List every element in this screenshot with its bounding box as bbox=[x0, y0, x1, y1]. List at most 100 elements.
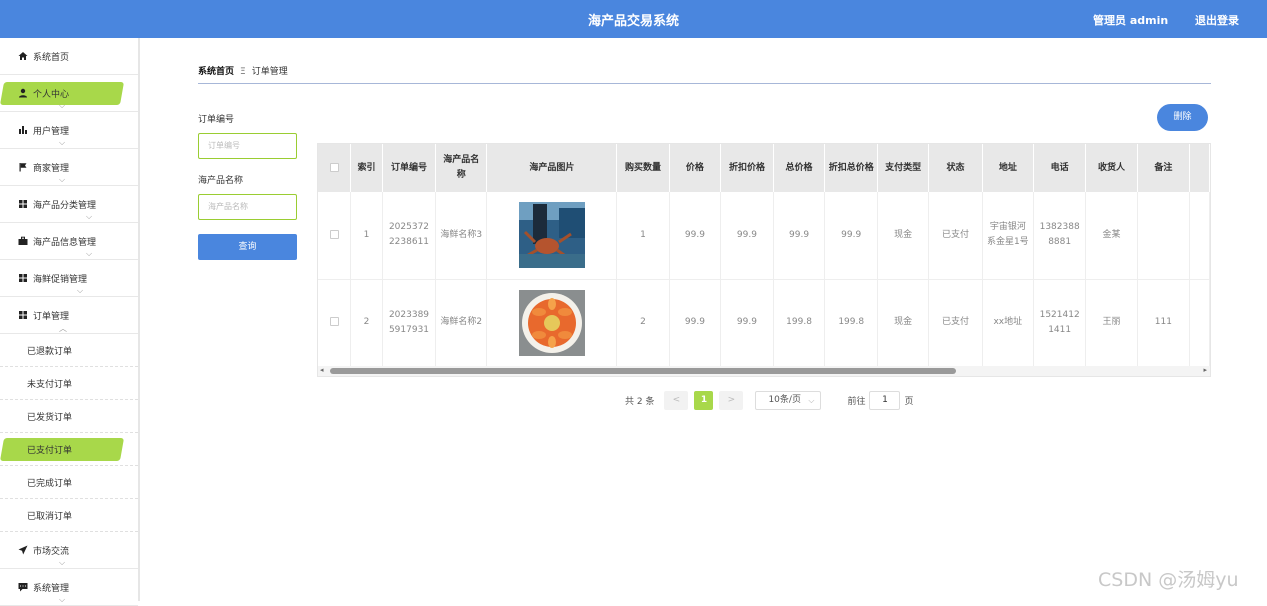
sidebar-item-market[interactable]: 市场交流 ⌵ bbox=[0, 532, 138, 569]
col-header: 总价格 bbox=[773, 144, 826, 192]
home-icon bbox=[18, 51, 28, 61]
order-no-input[interactable]: 订单编号 bbox=[198, 133, 297, 159]
prev-page-button[interactable]: < bbox=[664, 391, 689, 410]
horizontal-scrollbar[interactable]: ◂ ▸ bbox=[318, 366, 1210, 376]
cell-qty: 1 bbox=[616, 192, 670, 280]
breadcrumb: 系统首页 Ξ 订单管理 bbox=[198, 64, 288, 77]
cell-overflow bbox=[1189, 192, 1210, 280]
sidebar-item-home[interactable]: 系统首页 bbox=[0, 38, 138, 75]
cell-image bbox=[486, 279, 618, 367]
table-header-row: 索引 订单编号 海产品名称 海产品图片 购买数量 价格 折扣价格 总价格 折扣总… bbox=[318, 144, 1210, 192]
row-checkbox[interactable] bbox=[318, 279, 352, 367]
breadcrumb-home[interactable]: 系统首页 bbox=[198, 67, 234, 77]
sidebar-subitem-unpaid[interactable]: 未支付订单 bbox=[0, 367, 138, 400]
admin-label: 管理员 admin bbox=[1093, 14, 1169, 27]
goto-prefix: 前往 bbox=[847, 397, 866, 407]
product-name-input[interactable]: 海产品名称 bbox=[198, 194, 297, 220]
col-header: 购买数量 bbox=[616, 144, 670, 192]
sidebar-item-label: 海产品信息管理 bbox=[33, 237, 97, 248]
logout-button[interactable]: 退出登录 bbox=[1195, 12, 1239, 28]
cell-phone: 15214121411 bbox=[1033, 279, 1087, 367]
sidebar-item-category[interactable]: 海产品分类管理 ⌵ bbox=[0, 186, 138, 223]
cell-discount-total: 199.8 bbox=[824, 279, 879, 367]
orders-table: 索引 订单编号 海产品名称 海产品图片 购买数量 价格 折扣价格 总价格 折扣总… bbox=[317, 143, 1211, 377]
cell-remark: 111 bbox=[1137, 279, 1191, 367]
sidebar-item-label: 商家管理 bbox=[33, 163, 70, 174]
sidebar-subitem-completed[interactable]: 已完成订单 bbox=[0, 466, 138, 499]
chevron-down-icon: ⌵ bbox=[59, 138, 66, 147]
sidebar-item-product-info[interactable]: 海产品信息管理 ⌵ bbox=[0, 223, 138, 260]
user-icon bbox=[18, 88, 28, 98]
sidebar-item-label: 订单管理 bbox=[33, 311, 70, 322]
sidebar-item-label: 海产品分类管理 bbox=[33, 200, 97, 211]
cell-price: 99.9 bbox=[669, 279, 722, 367]
sidebar-subitem-paid[interactable]: 已支付订单 bbox=[0, 433, 138, 466]
col-header: 索引 bbox=[350, 144, 383, 192]
cell-address: 宇宙银河系金星1号 bbox=[982, 192, 1035, 280]
cell-receiver: 金某 bbox=[1085, 192, 1138, 280]
col-header: 备注 bbox=[1137, 144, 1191, 192]
chevron-down-icon: ⌵ bbox=[77, 286, 84, 295]
search-panel: 订单编号 订单编号 海产品名称 海产品名称 查询 bbox=[198, 112, 298, 260]
query-button[interactable]: 查询 bbox=[198, 234, 297, 260]
scroll-right-arrow-icon[interactable]: ▸ bbox=[1203, 366, 1207, 374]
chevron-down-icon: ⌵ bbox=[59, 175, 66, 184]
sidebar-subitem-cancelled[interactable]: 已取消订单 bbox=[0, 499, 138, 532]
cell-name: 海鲜名称3 bbox=[435, 192, 488, 280]
sidebar-item-orders[interactable]: 订单管理 ︿ bbox=[0, 297, 138, 334]
sidebar-item-label: 个人中心 bbox=[33, 89, 70, 100]
send-icon bbox=[18, 545, 28, 555]
sidebar-item-label: 系统首页 bbox=[33, 52, 70, 63]
page-number-button[interactable]: 1 bbox=[694, 391, 714, 410]
next-page-button[interactable]: > bbox=[719, 391, 744, 410]
delete-button[interactable]: 删除 bbox=[1157, 104, 1208, 131]
goto-page-input[interactable]: 1 bbox=[869, 391, 901, 410]
cell-address: xx地址 bbox=[982, 279, 1035, 367]
table-row: 1 20253722238611 海鲜名称3 1 99.9 99.9 99.9 … bbox=[318, 192, 1210, 280]
sidebar-subitem-label: 已发货订单 bbox=[27, 412, 73, 423]
grid-icon bbox=[18, 199, 28, 209]
sidebar-subitem-label: 已退款订单 bbox=[27, 346, 73, 357]
cell-order-no: 20233895917931 bbox=[382, 279, 437, 367]
product-name-label: 海产品名称 bbox=[198, 176, 244, 186]
cell-discount-total: 99.9 bbox=[824, 192, 879, 280]
top-bar: 海产品交易系统 管理员 admin 退出登录 bbox=[0, 0, 1267, 38]
sidebar-subitem-label: 已支付订单 bbox=[27, 445, 73, 456]
cell-image bbox=[486, 192, 618, 280]
page-size-select[interactable]: 10条/页 ⌵ bbox=[755, 391, 822, 410]
sidebar-item-profile[interactable]: 个人中心 ⌵ bbox=[0, 75, 138, 112]
sidebar-subitem-refunded[interactable]: 已退款订单 bbox=[0, 334, 138, 367]
sidebar-item-system[interactable]: 系统管理 ⌵ bbox=[0, 569, 138, 606]
cell-order-no: 20253722238611 bbox=[382, 192, 437, 280]
cell-total: 99.9 bbox=[773, 192, 826, 280]
sidebar-item-label: 海鲜促销管理 bbox=[33, 274, 88, 285]
cell-receiver: 王丽 bbox=[1085, 279, 1138, 367]
sidebar-subitem-label: 已取消订单 bbox=[27, 511, 73, 522]
scrollbar-thumb[interactable] bbox=[330, 368, 956, 374]
select-all-checkbox[interactable] bbox=[318, 144, 352, 192]
col-header: 电话 bbox=[1033, 144, 1087, 192]
col-header: 价格 bbox=[669, 144, 722, 192]
sidebar-item-merchants[interactable]: 商家管理 ⌵ bbox=[0, 149, 138, 186]
briefcase-icon bbox=[18, 236, 28, 246]
cell-pay-type: 现金 bbox=[877, 279, 930, 367]
sidebar-item-users[interactable]: 用户管理 ⌵ bbox=[0, 112, 138, 149]
cell-total: 199.8 bbox=[773, 279, 826, 367]
cell-phone: 13823888881 bbox=[1033, 192, 1087, 280]
table-row: 2 20233895917931 海鲜名称2 2 99.9 99.9 199.8… bbox=[318, 279, 1210, 367]
sidebar-item-promotion[interactable]: 海鲜促销管理 ⌵ bbox=[0, 260, 138, 297]
flag-icon bbox=[18, 162, 28, 172]
crawfish-plate-photo bbox=[518, 289, 585, 356]
chevron-down-icon: ⌵ bbox=[86, 212, 93, 221]
row-checkbox[interactable] bbox=[318, 192, 352, 280]
sidebar-subitem-label: 已完成订单 bbox=[27, 478, 73, 489]
crab-photo bbox=[518, 202, 585, 269]
cell-index: 1 bbox=[350, 192, 383, 280]
sidebar-item-label: 用户管理 bbox=[33, 126, 70, 137]
col-header: 订单编号 bbox=[382, 144, 437, 192]
cell-status: 已支付 bbox=[928, 192, 983, 280]
sidebar-subitem-shipped[interactable]: 已发货订单 bbox=[0, 400, 138, 433]
app-title: 海产品交易系统 bbox=[587, 14, 679, 29]
col-header: 海产品图片 bbox=[486, 144, 618, 192]
scroll-left-arrow-icon[interactable]: ◂ bbox=[320, 366, 324, 374]
